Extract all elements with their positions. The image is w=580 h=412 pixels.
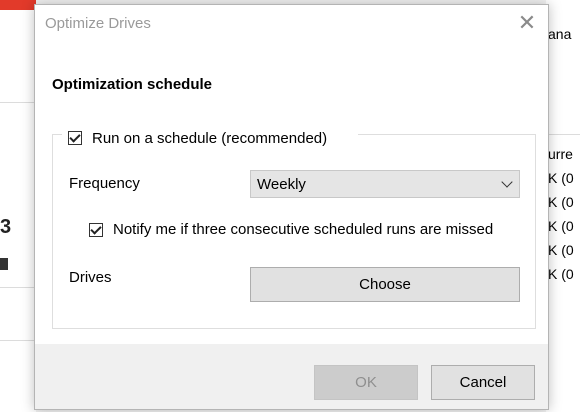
section-heading: Optimization schedule	[52, 76, 213, 93]
drives-label: Drives	[69, 269, 112, 286]
background-text: K (0	[548, 194, 574, 210]
run-on-schedule-checkbox-row[interactable]: Run on a schedule (recommended)	[62, 124, 358, 152]
run-on-schedule-label: Run on a schedule (recommended)	[92, 129, 328, 147]
optimize-drives-dialog: Optimize Drives ✕ Optimization schedule …	[34, 4, 549, 410]
background-text: K (0	[548, 266, 574, 282]
background-text: urre	[548, 146, 573, 162]
background-text: K (0	[548, 170, 574, 186]
notify-checkbox[interactable]	[89, 222, 103, 237]
background-icon	[0, 258, 8, 270]
background-divider	[0, 340, 36, 341]
choose-drives-button[interactable]: Choose	[250, 267, 520, 302]
background-glyph: 3	[0, 216, 12, 238]
close-icon[interactable]: ✕	[515, 11, 539, 35]
background-divider	[0, 102, 36, 103]
frequency-label: Frequency	[69, 175, 140, 192]
frequency-dropdown[interactable]: Weekly	[250, 170, 520, 198]
background-text: K (0	[548, 218, 574, 234]
background-text: K (0	[548, 242, 574, 258]
ok-button: OK	[314, 365, 418, 400]
background-window-left: 3	[0, 0, 36, 412]
notify-label: Notify me if three consecutive scheduled…	[113, 221, 494, 238]
dialog-title: Optimize Drives	[45, 15, 151, 32]
background-window-right: ana urre K (0 K (0 K (0 K (0 K (0	[546, 0, 580, 412]
cancel-button[interactable]: Cancel	[431, 365, 535, 400]
background-text: ana	[548, 26, 572, 42]
chevron-down-icon	[501, 176, 513, 188]
notify-checkbox-row[interactable]: Notify me if three consecutive scheduled…	[89, 221, 493, 238]
run-on-schedule-checkbox[interactable]	[68, 131, 82, 145]
background-divider	[0, 287, 36, 288]
frequency-selected-value: Weekly	[257, 175, 306, 193]
background-divider	[546, 134, 580, 135]
background-accent-bar	[0, 0, 36, 10]
